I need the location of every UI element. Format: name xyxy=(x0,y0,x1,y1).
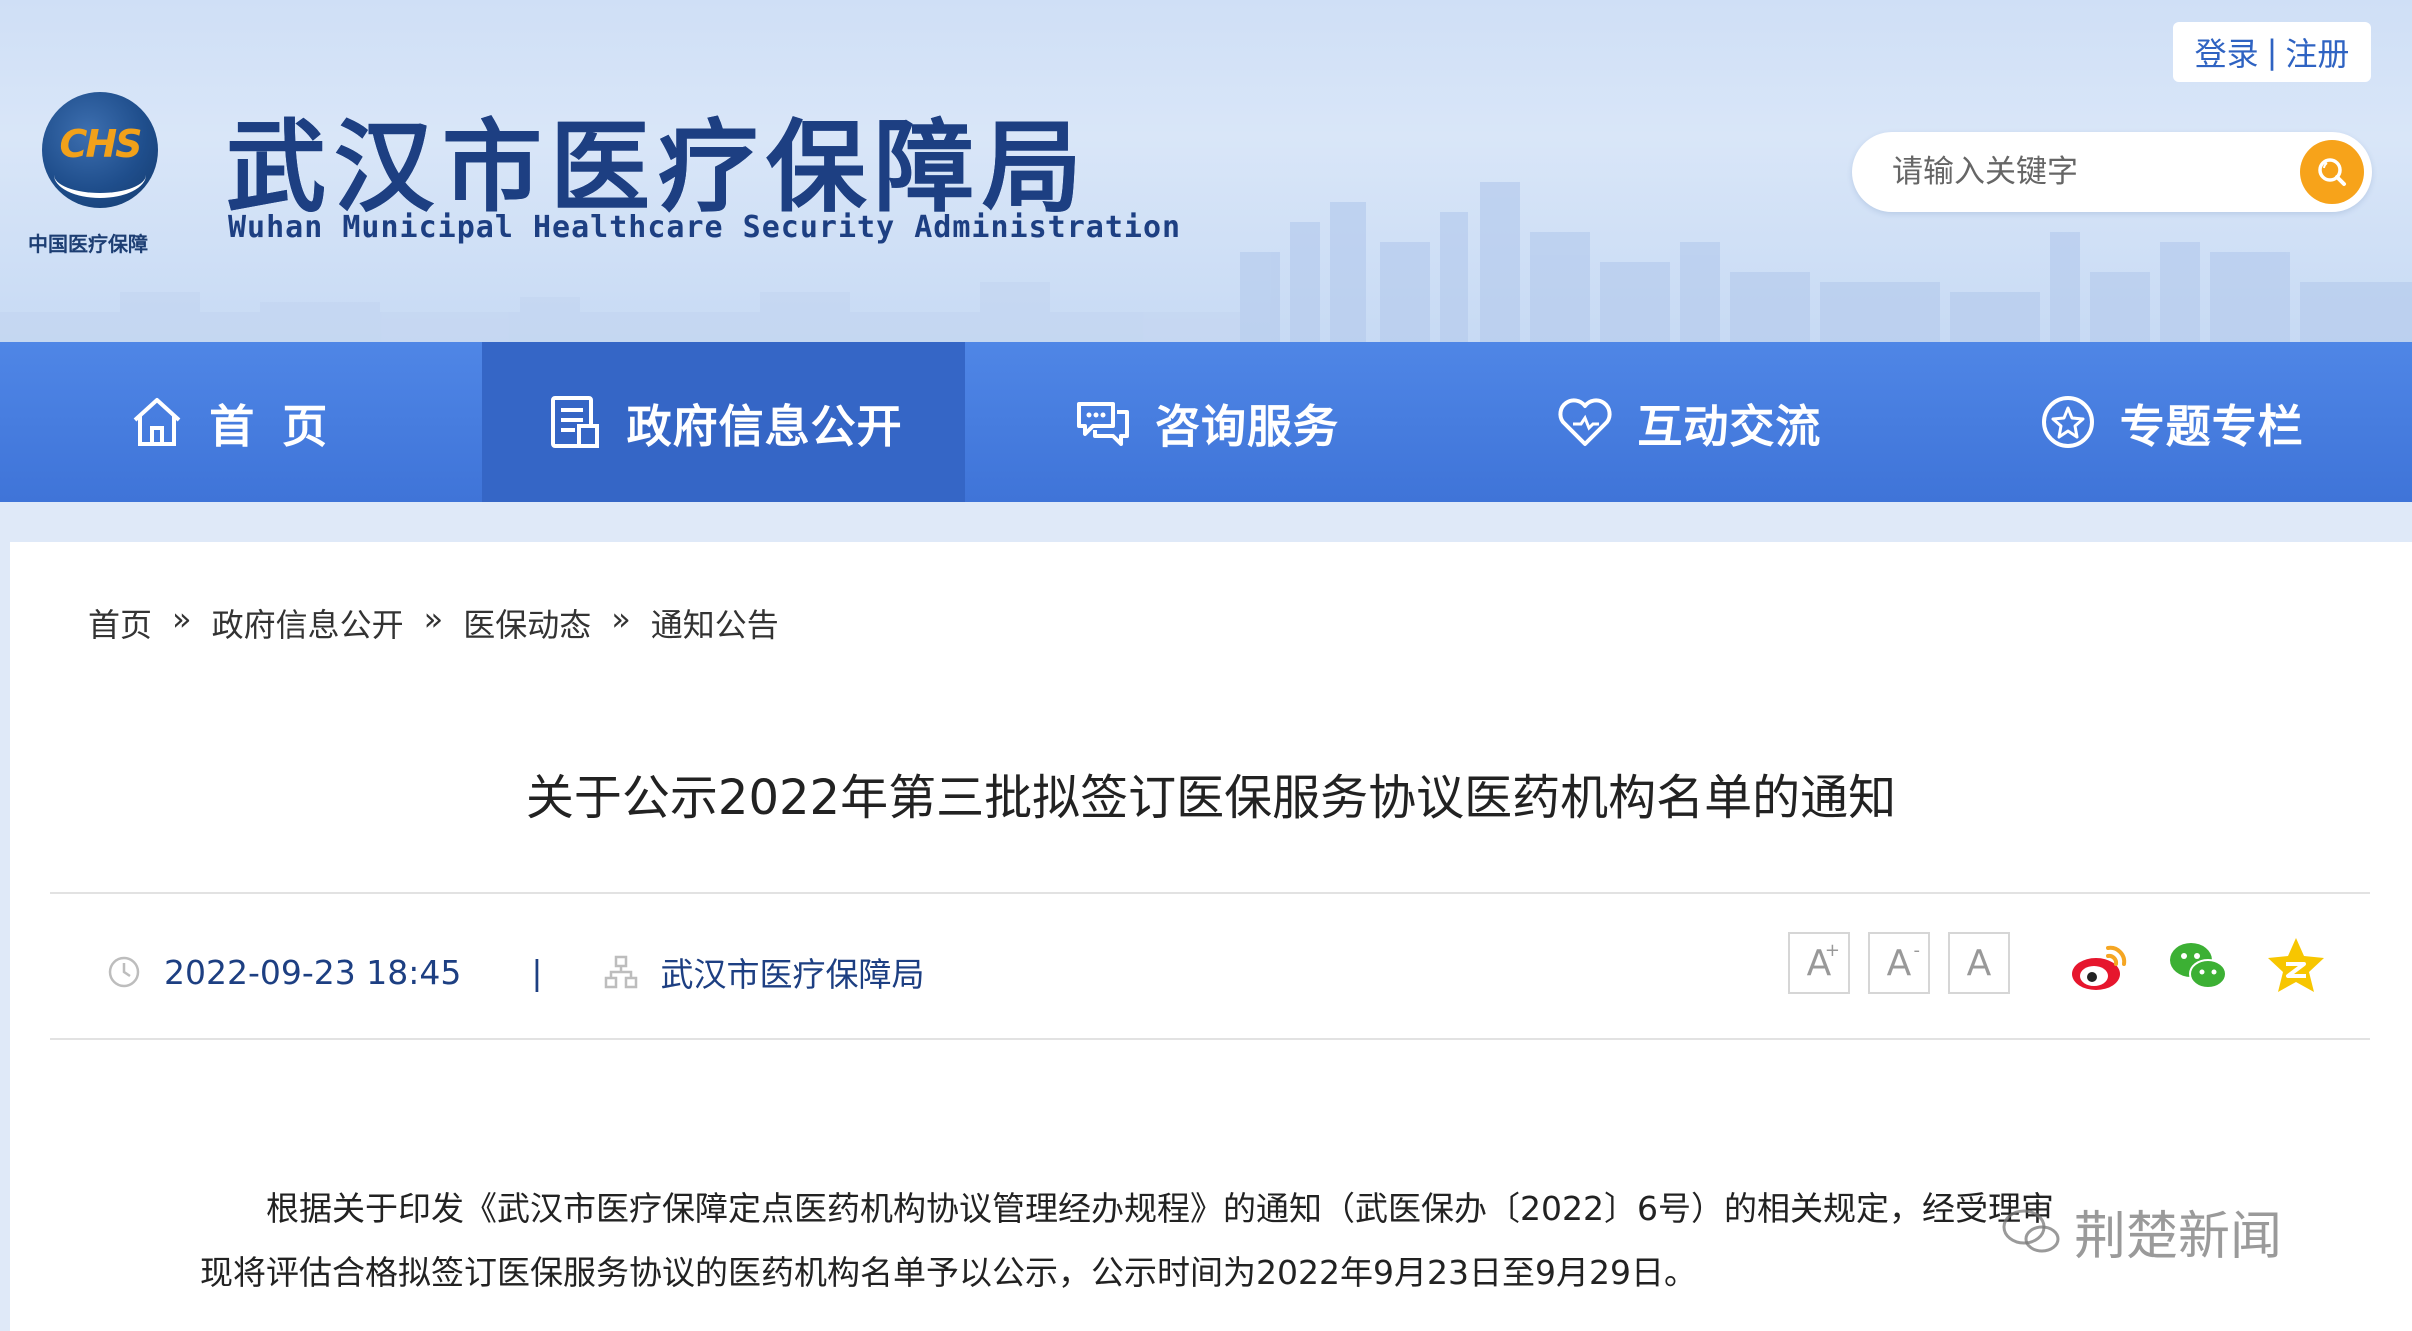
breadcrumb-separator: » xyxy=(423,600,444,638)
watermark: 荆楚新闻 xyxy=(2000,1194,2282,1269)
breadcrumb-notices[interactable]: 通知公告 xyxy=(651,600,779,646)
nav-item-home[interactable]: 首页 xyxy=(0,342,482,502)
nav-item-consult[interactable]: 咨询服务 xyxy=(965,342,1447,502)
star-circle-icon xyxy=(2041,396,2094,448)
wechat-icon xyxy=(2170,943,2227,989)
wechat-share-button[interactable] xyxy=(2166,934,2230,998)
main-nav: 首页 政府信息公开 咨询服务 互动交流 专题专栏 xyxy=(0,342,2412,502)
nav-label-gov-info: 政府信息公开 xyxy=(626,399,903,453)
article-title: 关于公示2022年第三批拟签订医保服务协议医药机构名单的通知 xyxy=(525,770,1897,826)
nav-label-consult: 咨询服务 xyxy=(1154,399,1339,453)
nav-label-interact: 互动交流 xyxy=(1637,399,1822,453)
font-reset-button[interactable]: A xyxy=(1948,932,2010,994)
nav-item-special[interactable]: 专题专栏 xyxy=(1930,342,2412,502)
weibo-share-button[interactable] xyxy=(2068,934,2132,998)
nav-item-gov-info[interactable]: 政府信息公开 xyxy=(482,342,965,502)
qzone-share-button[interactable] xyxy=(2264,934,2328,998)
wechat-logo-watermark-icon xyxy=(2002,1209,2060,1252)
chs-logo[interactable]: CHS xyxy=(40,92,160,216)
watermark-text: 荆楚新闻 xyxy=(2074,1207,2283,1267)
org-chart-icon xyxy=(603,954,639,990)
login-link[interactable]: 登录 xyxy=(2195,29,2259,75)
font-size-controls: A + A- A xyxy=(1788,932,2010,994)
divider-bottom xyxy=(50,1038,2370,1040)
logo-caption: 中国医疗保障 xyxy=(28,232,148,256)
article-source: 武汉市医疗保障局 xyxy=(660,955,925,994)
nav-label-special: 专题专栏 xyxy=(2119,399,2304,453)
home-icon xyxy=(133,398,181,446)
share-buttons xyxy=(2068,934,2328,998)
content-panel: 首页 » 政府信息公开 » 医保动态 » 通知公告 关于公示2022年第三批拟签… xyxy=(10,542,2412,1331)
breadcrumb-separator: » xyxy=(172,600,192,638)
auth-links: 登录 | 注册 xyxy=(2173,22,2371,82)
search-input[interactable] xyxy=(1892,146,2272,198)
search-icon xyxy=(2318,158,2346,186)
heart-icon xyxy=(1558,398,1612,446)
chat-bubble-icon xyxy=(1076,402,1129,446)
font-increase-button[interactable]: A + xyxy=(1788,932,1850,994)
qzone-icon xyxy=(2268,938,2324,992)
article-meta: 2022-09-23 18:45 | 武汉市医疗保障局 xyxy=(106,948,925,996)
document-list-icon xyxy=(550,396,599,448)
nav-label-home: 首页 xyxy=(209,399,356,453)
weibo-icon xyxy=(2072,945,2127,990)
register-link[interactable]: 注册 xyxy=(2285,29,2349,75)
site-subtitle: Wuhan Municipal Healthcare Security Admi… xyxy=(228,210,1182,245)
site-header: CHS 中国医疗保障 武汉市医疗保障局 Wuhan Municipal Heal… xyxy=(0,0,2412,342)
meta-separator: | xyxy=(531,952,543,992)
breadcrumb-news[interactable]: 医保动态 xyxy=(463,600,591,646)
article-date: 2022-09-23 18:45 xyxy=(164,952,462,992)
search-button[interactable] xyxy=(2300,140,2364,204)
auth-separator: | xyxy=(2266,33,2278,71)
logo-chs-text: CHS xyxy=(59,122,142,166)
search-box xyxy=(1852,132,2372,212)
breadcrumb-gov-info[interactable]: 政府信息公开 xyxy=(212,600,404,646)
article-paragraph-2: 现将评估合格拟签订医保服务协议的医药机构名单予以公示，公示时间为2022年9月2… xyxy=(200,1253,1697,1292)
clock-icon xyxy=(106,954,142,990)
divider-top xyxy=(50,892,2370,894)
breadcrumb-home[interactable]: 首页 xyxy=(88,600,152,646)
font-decrease-button[interactable]: A- xyxy=(1868,932,1930,994)
breadcrumb-separator: » xyxy=(611,600,631,638)
breadcrumb: 首页 » 政府信息公开 » 医保动态 » 通知公告 xyxy=(88,600,779,646)
nav-item-interact[interactable]: 互动交流 xyxy=(1447,342,1929,502)
